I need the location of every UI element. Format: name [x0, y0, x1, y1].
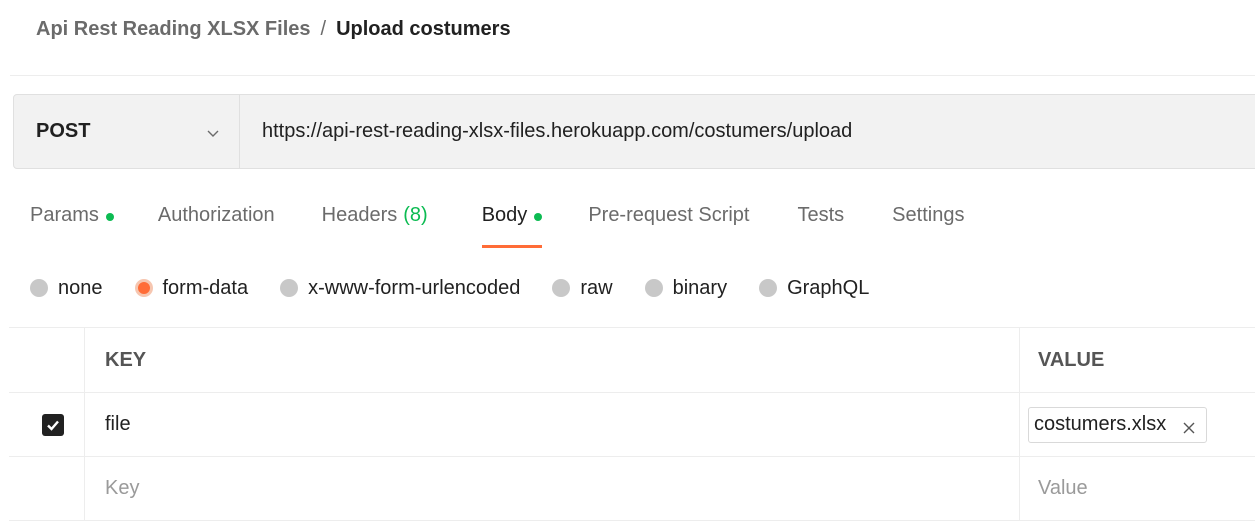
- method-label: POST: [36, 120, 90, 143]
- body-indicator-dot: [534, 213, 542, 221]
- radio-none[interactable]: [30, 279, 48, 297]
- request-tabs: Params Authorization Headers (8) Body Pr…: [30, 200, 964, 252]
- value-placeholder: Value: [1038, 477, 1088, 499]
- table-row: file costumers.xlsx: [9, 393, 1255, 457]
- radio-x-www-form-urlencoded[interactable]: [280, 279, 298, 297]
- body-type-label: form-data: [163, 277, 249, 300]
- body-type-binary[interactable]: binary: [645, 277, 727, 300]
- radio-binary[interactable]: [645, 279, 663, 297]
- body-type-raw[interactable]: raw: [552, 277, 612, 300]
- breadcrumb: Api Rest Reading XLSX Files / Upload cos…: [36, 14, 511, 44]
- row-value-cell[interactable]: costumers.xlsx: [1020, 393, 1255, 457]
- tab-label: Settings: [892, 204, 964, 227]
- body-type-x-www-form-urlencoded[interactable]: x-www-form-urlencoded: [280, 277, 520, 300]
- breadcrumb-separator: /: [321, 18, 327, 41]
- breadcrumb-request-name[interactable]: Upload costumers: [336, 18, 510, 41]
- body-type-selector: none form-data x-www-form-urlencoded raw…: [30, 275, 869, 301]
- value-column-header: VALUE: [1020, 328, 1255, 393]
- header-divider: [10, 75, 1255, 76]
- key-column-header: KEY: [85, 328, 1020, 393]
- tab-tests[interactable]: Tests: [797, 200, 844, 248]
- radio-raw[interactable]: [552, 279, 570, 297]
- body-type-label: x-www-form-urlencoded: [308, 277, 520, 300]
- row-check-cell: [9, 393, 85, 457]
- breadcrumb-collection[interactable]: Api Rest Reading XLSX Files: [36, 18, 311, 41]
- tab-label: Tests: [797, 204, 844, 227]
- body-type-label: GraphQL: [787, 277, 869, 300]
- row-enabled-checkbox[interactable]: [42, 414, 64, 436]
- new-value-cell[interactable]: Value: [1020, 457, 1255, 521]
- tab-body[interactable]: Body: [482, 200, 543, 248]
- close-icon[interactable]: [1182, 418, 1196, 432]
- tab-label: Authorization: [158, 204, 275, 227]
- check-icon: [45, 417, 61, 433]
- tab-label: Pre-request Script: [588, 204, 749, 227]
- tab-label: Headers: [322, 204, 398, 227]
- table-row-empty: Key Value: [9, 457, 1255, 521]
- file-chip[interactable]: costumers.xlsx: [1028, 407, 1207, 443]
- url-input[interactable]: [240, 95, 1255, 168]
- chevron-down-icon: [207, 126, 219, 138]
- radio-form-data[interactable]: [135, 279, 153, 297]
- body-type-form-data[interactable]: form-data: [135, 277, 249, 300]
- row-key-cell[interactable]: file: [85, 393, 1020, 457]
- radio-graphql[interactable]: [759, 279, 777, 297]
- tab-label: Body: [482, 204, 528, 227]
- header-check-cell: [9, 328, 85, 393]
- new-key-cell[interactable]: Key: [85, 457, 1020, 521]
- body-type-none[interactable]: none: [30, 277, 103, 300]
- table-header-row: KEY VALUE: [9, 328, 1255, 393]
- empty-check-cell: [9, 457, 85, 521]
- body-type-label: binary: [673, 277, 727, 300]
- tab-headers[interactable]: Headers (8): [322, 200, 428, 248]
- tab-authorization[interactable]: Authorization: [158, 200, 275, 248]
- body-type-graphql[interactable]: GraphQL: [759, 277, 869, 300]
- request-url-bar: POST: [13, 94, 1255, 169]
- row-key-text: file: [105, 413, 131, 435]
- tab-params[interactable]: Params: [30, 200, 114, 248]
- tab-label: Params: [30, 204, 99, 227]
- key-placeholder: Key: [105, 477, 139, 499]
- form-data-table: KEY VALUE file costumers.xlsx Key Value: [9, 327, 1255, 521]
- body-type-label: none: [58, 277, 103, 300]
- file-name: costumers.xlsx: [1034, 413, 1166, 436]
- tab-settings[interactable]: Settings: [892, 200, 964, 248]
- method-dropdown[interactable]: POST: [14, 95, 240, 168]
- body-type-label: raw: [580, 277, 612, 300]
- params-indicator-dot: [106, 213, 114, 221]
- tab-pre-request-script[interactable]: Pre-request Script: [588, 200, 749, 248]
- headers-count: (8): [403, 204, 427, 227]
